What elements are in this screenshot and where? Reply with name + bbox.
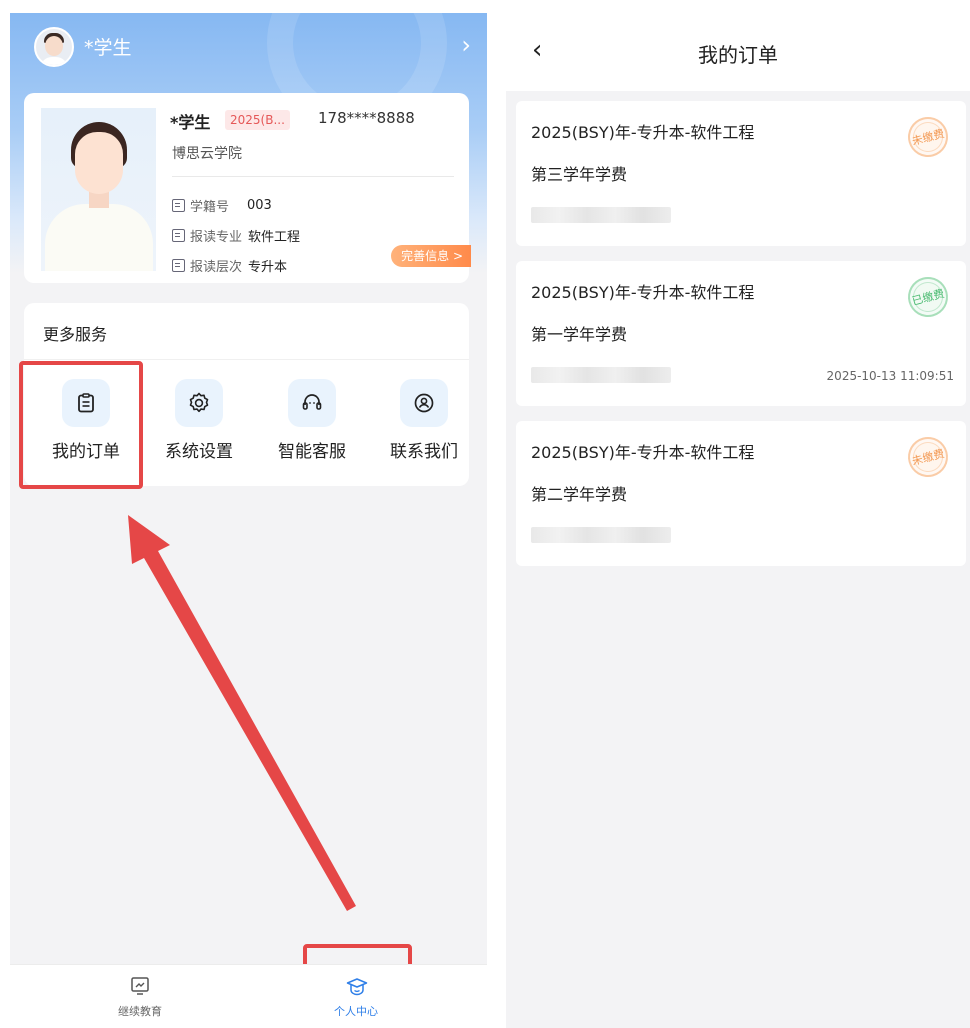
row-label: 报读专业 (190, 230, 243, 245)
major-row: 报读专业 软件工程 (172, 226, 300, 245)
headset-icon (288, 379, 336, 427)
order-subtitle: 第二学年学费 (531, 485, 628, 504)
school-name: 博思云学院 (172, 146, 242, 162)
contact-icon (400, 379, 448, 427)
graduation-cap-icon (345, 975, 368, 997)
complete-info-button[interactable]: 完善信息 > (391, 245, 471, 267)
personal-center-screen: *学生 › *学生 2025(B... 178****8888 博思云学院 学籍… (10, 13, 487, 1028)
id-card-icon (172, 199, 185, 212)
order-title: 2025(BSY)年-专升本-软件工程 (531, 123, 755, 142)
tab-continuing-education[interactable]: 继续教育 (80, 975, 200, 1019)
service-contact-us[interactable]: 联系我们 (374, 379, 474, 462)
student-name: *学生 (170, 113, 211, 132)
student-id-row: 学籍号 003 (172, 196, 272, 215)
blurred-amount (531, 527, 671, 543)
gear-icon (175, 379, 223, 427)
order-title: 2025(BSY)年-专升本-软件工程 (531, 443, 755, 462)
blurred-amount (531, 207, 671, 223)
row-label: 报读层次 (190, 260, 243, 275)
student-photo (41, 108, 156, 271)
chevron-right-icon[interactable]: › (461, 31, 471, 59)
service-system-settings[interactable]: 系统设置 (149, 379, 249, 462)
user-avatar[interactable] (34, 27, 74, 67)
class-tag: 2025(B... (225, 110, 290, 130)
blurred-amount (531, 367, 671, 383)
unpaid-stamp: 未缴费 (903, 112, 953, 162)
tab-label: 继续教育 (118, 1005, 162, 1018)
order-subtitle: 第三学年学费 (531, 165, 628, 184)
row-value: 003 (247, 198, 272, 213)
service-label: 联系我们 (390, 442, 458, 462)
tab-label: 个人中心 (334, 1005, 378, 1018)
screenshot-root: *学生 › *学生 2025(B... 178****8888 博思云学院 学籍… (0, 0, 970, 1028)
my-orders-screen: ‹ 我的订单 2025(BSY)年-专升本-软件工程 第三学年学费 未缴费 20… (506, 13, 970, 1028)
service-label: 智能客服 (278, 442, 346, 462)
service-label: 系统设置 (165, 442, 233, 462)
divider (172, 176, 454, 177)
row-value: 软件工程 (248, 230, 301, 245)
row-value: 专升本 (248, 260, 288, 275)
services-title: 更多服务 (43, 325, 108, 344)
order-title: 2025(BSY)年-专升本-软件工程 (531, 283, 755, 302)
payment-date: 2025-10-13 11:09:51 (826, 369, 954, 383)
bottom-tab-bar: 继续教育 个人中心 (10, 964, 487, 1028)
book-icon (172, 229, 185, 242)
highlight-box-my-orders (19, 361, 143, 489)
divider (24, 359, 469, 360)
monitor-icon (129, 975, 151, 997)
header-user-name[interactable]: *学生 (84, 33, 132, 60)
row-label: 学籍号 (190, 200, 230, 215)
tab-personal-center[interactable]: 个人中心 (296, 975, 416, 1019)
page-title: 我的订单 (698, 43, 778, 67)
order-card[interactable]: 2025(BSY)年-专升本-软件工程 第三学年学费 未缴费 (516, 101, 966, 246)
paid-stamp: 已缴费 (903, 272, 953, 322)
order-subtitle: 第一学年学费 (531, 325, 628, 344)
level-row: 报读层次 专升本 (172, 256, 287, 275)
order-card[interactable]: 2025(BSY)年-专升本-软件工程 第一学年学费 2025-10-13 11… (516, 261, 966, 406)
layers-icon (172, 259, 185, 272)
order-card[interactable]: 2025(BSY)年-专升本-软件工程 第二学年学费 未缴费 (516, 421, 966, 566)
top-nav-bar: ‹ 我的订单 (506, 13, 970, 91)
student-phone: 178****8888 (318, 109, 415, 127)
service-smart-support[interactable]: 智能客服 (262, 379, 362, 462)
unpaid-stamp: 未缴费 (903, 432, 953, 482)
profile-card: *学生 2025(B... 178****8888 博思云学院 学籍号 003 … (24, 93, 471, 283)
